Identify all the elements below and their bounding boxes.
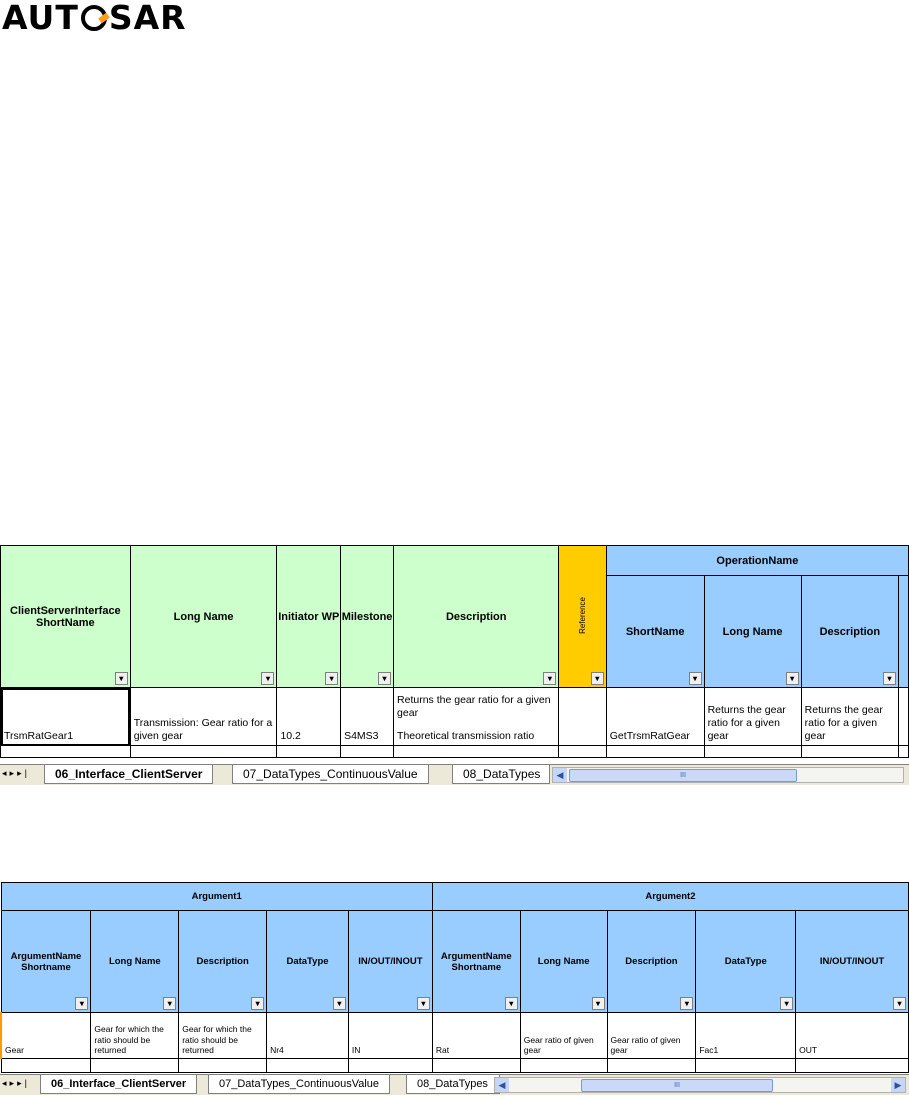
cell-arg1-direction[interactable]: IN — [347, 1012, 433, 1059]
header-arg2-description: Description ▾ — [606, 910, 697, 1013]
cell-arg2-description[interactable]: Gear ratio of given gear — [606, 1012, 697, 1059]
filter-dropdown-icon[interactable]: ▾ — [75, 997, 89, 1010]
filter-dropdown-icon[interactable]: ▾ — [591, 997, 605, 1010]
header-interface-short-name: ClientServerInterface ShortName ▾ — [0, 545, 131, 688]
filter-dropdown-icon[interactable]: ▾ — [325, 672, 339, 685]
first-sheet-icon[interactable]: ◂ — [2, 768, 10, 778]
header-long-name: Long Name ▾ — [129, 545, 278, 688]
header-description: Description ▾ — [393, 545, 560, 688]
header-arg2-long-name: Long Name ▾ — [519, 910, 608, 1013]
tab-07-datatypes-continuousvalue[interactable]: 07_DataTypes_ContinuousValue — [232, 765, 429, 784]
cell-arg1-description[interactable]: Gear for which the ratio should be retur… — [178, 1012, 268, 1059]
header-milestone: Milestone ▾ — [340, 545, 395, 688]
table-row: TrsmRatGear1 Transmission: Gear ratio fo… — [0, 687, 909, 746]
sheet-nav-arrows[interactable]: ◂▸▸| — [2, 1078, 30, 1089]
filter-dropdown-icon[interactable]: ▾ — [680, 997, 694, 1010]
header-arg1-long-name: Long Name ▾ — [90, 910, 180, 1013]
scroll-thumb[interactable]: III — [569, 769, 797, 782]
sheet-tab-bar: ◂▸▸| 06_Interface_ClientServer 07_DataTy… — [0, 1074, 909, 1095]
cell-arg1-short-name[interactable]: Gear — [0, 1012, 92, 1059]
cell-arg2-long-name[interactable]: Gear ratio of given gear — [519, 1012, 608, 1059]
next-sheet-icon[interactable]: ▸ — [10, 1078, 18, 1088]
filter-dropdown-icon[interactable]: ▾ — [251, 997, 265, 1010]
horizontal-scrollbar[interactable]: ◀ III ▶ — [494, 1077, 906, 1093]
header-overflow — [898, 575, 909, 688]
tab-07-datatypes-continuousvalue[interactable]: 07_DataTypes_ContinuousValue — [208, 1075, 391, 1094]
header-arg1-description: Description ▾ — [178, 910, 268, 1013]
header-arg1-data-type: DataType ▾ — [266, 910, 349, 1013]
filter-dropdown-icon[interactable]: ▾ — [114, 672, 128, 685]
header-arg2-data-type: DataType ▾ — [695, 910, 797, 1013]
arguments-table: Argument1 Argument2 ArgumentName Shortna… — [0, 882, 909, 1073]
tab-08-datatypes[interactable]: 08_DataTypes — [406, 1075, 500, 1094]
header-operation-name: OperationName — [605, 545, 909, 576]
header-arg2-direction: IN/OUT/INOUT ▾ — [795, 910, 909, 1013]
table-row: Gear Gear for which the ratio should be … — [0, 1012, 909, 1059]
scroll-left-icon[interactable]: ◀ — [495, 1078, 509, 1092]
filter-dropdown-icon[interactable]: ▾ — [163, 997, 177, 1010]
cell-arg2-data-type[interactable]: Fac1 — [695, 1012, 797, 1059]
scroll-thumb[interactable]: III — [581, 1079, 773, 1092]
filter-dropdown-icon[interactable]: ▾ — [543, 672, 557, 685]
filter-dropdown-icon[interactable]: ▾ — [883, 672, 897, 685]
scroll-left-icon[interactable]: ◀ — [553, 768, 567, 782]
cell-arg1-long-name[interactable]: Gear for which the ratio should be retur… — [90, 1012, 180, 1059]
spreadsheet-interface: ClientServerInterface ShortName ▾ Long N… — [0, 545, 909, 785]
header-arg2-short-name: ArgumentName Shortname ▾ — [431, 910, 521, 1013]
header-arg1-short-name: ArgumentName Shortname ▾ — [0, 910, 92, 1013]
filter-dropdown-icon[interactable]: ▾ — [590, 672, 604, 685]
cell-op-description[interactable]: Returns the gear ratio for a given gear — [800, 687, 900, 746]
filter-dropdown-icon[interactable]: ▾ — [416, 997, 430, 1010]
cell-arg2-direction[interactable]: OUT — [795, 1012, 909, 1059]
cell-op-long-name[interactable]: Returns the gear ratio for a given gear — [703, 687, 802, 746]
cell-initiator-wp[interactable]: 10.2 — [276, 687, 342, 746]
cell-reference[interactable] — [558, 687, 607, 746]
cell-description[interactable]: Returns the gear ratio for a given gear … — [393, 687, 560, 746]
tab-08-datatypes[interactable]: 08_DataTypes — [452, 765, 550, 784]
header-op-long-name: Long Name ▾ — [703, 575, 802, 688]
filter-dropdown-icon[interactable]: ▾ — [378, 672, 392, 685]
header-reference: Reference ▾ — [558, 545, 607, 688]
cell-milestone[interactable]: S4MS3 — [340, 687, 395, 746]
last-sheet-icon[interactable]: ▸| — [17, 1078, 30, 1088]
filter-dropdown-icon[interactable]: ▾ — [893, 997, 906, 1010]
empty-row — [0, 745, 909, 758]
interface-table: ClientServerInterface ShortName ▾ Long N… — [0, 545, 909, 758]
scroll-right-icon[interactable]: ▶ — [891, 1078, 905, 1092]
header-op-description: Description ▾ — [800, 575, 900, 688]
header-arg1-direction: IN/OUT/INOUT ▾ — [347, 910, 433, 1013]
filter-dropdown-icon[interactable]: ▾ — [688, 672, 702, 685]
sheet-nav-arrows[interactable]: ◂▸▸| — [2, 768, 30, 779]
first-sheet-icon[interactable]: ◂ — [2, 1078, 10, 1088]
cell-arg2-short-name[interactable]: Rat — [431, 1012, 521, 1059]
filter-dropdown-icon[interactable]: ▾ — [785, 672, 799, 685]
tab-06-interface-clientserver[interactable]: 06_Interface_ClientServer — [44, 765, 214, 784]
cell-long-name[interactable]: Transmission: Gear ratio for a given gea… — [129, 687, 278, 746]
header-op-short-name: ShortName ▾ — [605, 575, 705, 688]
header-argument2: Argument2 — [431, 882, 909, 911]
spreadsheet-arguments: Argument1 Argument2 ArgumentName Shortna… — [0, 882, 909, 1095]
filter-dropdown-icon[interactable]: ▾ — [504, 997, 518, 1010]
previous-sheet-icon[interactable]: ▸ — [10, 768, 18, 778]
header-argument1: Argument1 — [0, 882, 433, 911]
filter-dropdown-icon[interactable]: ▾ — [780, 997, 794, 1010]
cell-op-short-name[interactable]: GetTrsmRatGear — [605, 687, 705, 746]
logo-o-mark — [80, 5, 107, 31]
horizontal-scrollbar[interactable]: ◀ III — [552, 767, 904, 783]
header-initiator-wp: Initiator WP ▾ — [276, 545, 342, 688]
last-sheet-icon[interactable]: ▸| — [17, 768, 30, 778]
tab-06-interface-clientserver[interactable]: 06_Interface_ClientServer — [40, 1075, 198, 1094]
cell-interface-short-name[interactable]: TrsmRatGear1 — [0, 687, 131, 746]
filter-dropdown-icon[interactable]: ▾ — [261, 672, 275, 685]
filter-dropdown-icon[interactable]: ▾ — [332, 997, 346, 1010]
empty-row — [0, 1058, 909, 1073]
cell-arg1-data-type[interactable]: Nr4 — [266, 1012, 349, 1059]
sheet-tab-bar: ◂▸▸| 06_Interface_ClientServer 07_DataTy… — [0, 764, 909, 785]
autosar-logo: AUT SAR — [2, 0, 187, 37]
cell-overflow[interactable] — [898, 687, 909, 746]
